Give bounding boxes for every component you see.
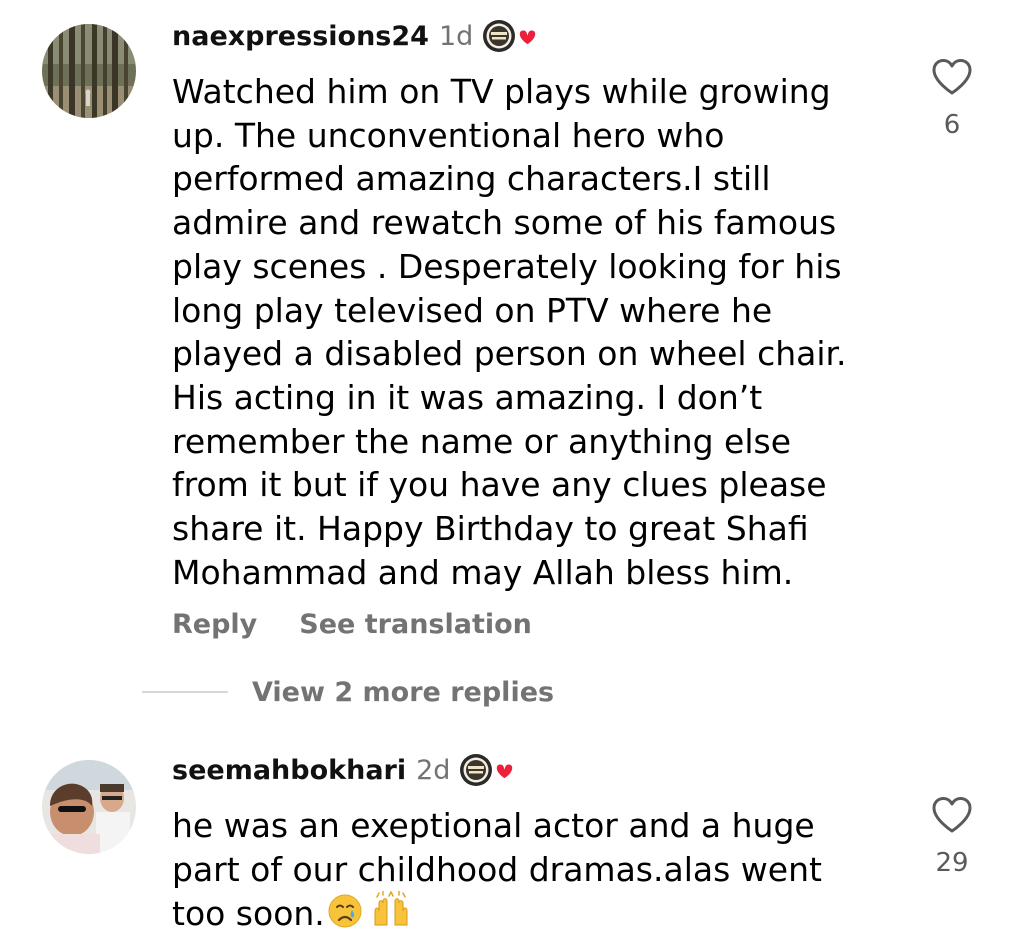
- comment-item: naexpressions24 1d Watched him on TV pla…: [0, 0, 1024, 720]
- like-button[interactable]: 29: [922, 796, 982, 878]
- comment-text-line: admire and rewatch some of his famous: [172, 203, 837, 243]
- comment-text-fragment: too soon.: [172, 894, 325, 934]
- replies-divider: [142, 691, 228, 693]
- see-translation-button[interactable]: See translation: [299, 609, 532, 640]
- comment-text-line: His acting in it was amazing. I don’t: [172, 377, 763, 417]
- comment-text-line-with-emoji: too soon.: [172, 891, 892, 936]
- comment-text-line: played a disabled person on wheel chair.: [172, 334, 847, 374]
- username[interactable]: seemahbokhari: [172, 755, 406, 786]
- comment-meta: seemahbokhari 2d: [172, 750, 518, 790]
- avatar[interactable]: [42, 760, 136, 854]
- comment-text-line: play scenes . Desperately looking for hi…: [172, 246, 842, 286]
- creator-heart-badge-icon: [481, 18, 541, 54]
- comment-text: he was an exeptional actor and a huge pa…: [172, 804, 892, 936]
- comment-text-line: remember the name or anything else: [172, 421, 792, 461]
- comment-text-line: share it. Happy Birthday to great Shafi: [172, 509, 809, 549]
- timestamp: 1d: [438, 20, 474, 52]
- comment-text: Watched him on TV plays while growing up…: [172, 70, 892, 594]
- avatar[interactable]: [42, 24, 136, 118]
- view-more-replies-label[interactable]: View 2 more replies: [252, 677, 554, 708]
- like-button[interactable]: 6: [922, 58, 982, 140]
- reply-button[interactable]: Reply: [172, 609, 257, 640]
- comment-text-line: he was an exeptional actor and a huge: [172, 806, 815, 845]
- comment-text-line: Watched him on TV plays while growing: [172, 72, 831, 111]
- heart-outline-icon: [922, 58, 982, 96]
- like-count: 6: [943, 110, 961, 140]
- like-count: 29: [935, 848, 969, 878]
- comment-text-line: Mohammad and may Allah bless him.: [172, 552, 794, 592]
- comment-text-line: long play televised on PTV where he: [172, 290, 773, 330]
- comment-text-line: from it but if you have any clues please: [172, 465, 827, 505]
- comment-actions: Reply See translation: [172, 604, 532, 644]
- timestamp: 2d: [416, 754, 451, 786]
- crying-face-emoji: [327, 893, 363, 929]
- raising-hands-emoji: [371, 891, 411, 929]
- heart-outline-icon: [922, 796, 982, 834]
- creator-heart-badge-icon: [458, 752, 518, 788]
- comment-text-line: part of our childhood dramas.alas went: [172, 849, 822, 889]
- view-more-replies[interactable]: View 2 more replies: [142, 672, 554, 712]
- comment-text-line: performed amazing characters.I still: [172, 159, 771, 199]
- comment-meta: naexpressions24 1d: [172, 16, 541, 56]
- username[interactable]: naexpressions24: [172, 21, 429, 52]
- comment-item: seemahbokhari 2d he was an exeptional ac…: [0, 740, 1024, 936]
- comment-text-line: up. The unconventional hero who: [172, 115, 725, 155]
